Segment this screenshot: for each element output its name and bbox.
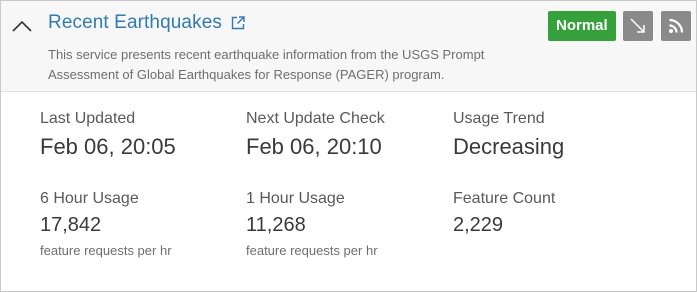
rss-icon xyxy=(669,18,684,33)
stat-label: 6 Hour Usage xyxy=(40,190,139,207)
stat-value: 2,229 xyxy=(453,214,504,236)
stat-one-hour-usage: 1 Hour Usage 11,268 feature requests per… xyxy=(246,190,378,258)
stat-value: Decreasing xyxy=(453,134,565,159)
stat-unit: feature requests per hr xyxy=(246,243,378,258)
service-card: Recent Earthquakes This service presents… xyxy=(0,0,697,292)
stat-last-updated: Last Updated Feb 06, 20:05 xyxy=(40,110,176,160)
service-title-link[interactable]: Recent Earthquakes xyxy=(48,12,222,34)
trend-arrow-down-icon xyxy=(630,18,645,33)
trend-button[interactable] xyxy=(623,11,653,41)
collapse-button[interactable] xyxy=(11,15,33,37)
stat-value: Feb 06, 20:05 xyxy=(40,134,176,159)
chevron-up-icon xyxy=(12,20,32,32)
external-link-icon[interactable] xyxy=(230,15,246,31)
stat-value: 11,268 xyxy=(246,214,306,236)
stat-label: Usage Trend xyxy=(453,110,545,127)
service-description: This service presents recent earthquake … xyxy=(48,47,485,82)
stat-next-update: Next Update Check Feb 06, 20:10 xyxy=(246,110,385,160)
stat-label: 1 Hour Usage xyxy=(246,190,345,207)
stat-label: Feature Count xyxy=(453,190,556,207)
stat-value: Feb 06, 20:10 xyxy=(246,134,382,159)
title-row: Recent Earthquakes xyxy=(48,12,246,34)
rss-button[interactable] xyxy=(661,11,691,41)
stat-value: 17,842 xyxy=(40,214,102,236)
stat-label: Next Update Check xyxy=(246,110,385,127)
status-badge: Normal xyxy=(548,11,616,41)
stat-unit: feature requests per hr xyxy=(40,243,172,258)
stat-usage-trend: Usage Trend Decreasing xyxy=(453,110,564,160)
card-header: Recent Earthquakes This service presents… xyxy=(1,1,696,92)
stat-feature-count: Feature Count 2,229 xyxy=(453,190,555,237)
stat-six-hour-usage: 6 Hour Usage 17,842 feature requests per… xyxy=(40,190,172,258)
stat-label: Last Updated xyxy=(40,110,136,127)
